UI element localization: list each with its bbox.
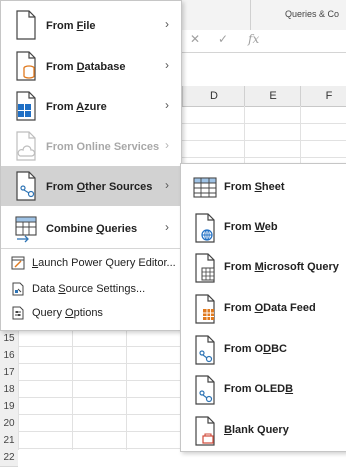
chevron-right-icon: ›: [165, 220, 169, 234]
row-header[interactable]: 15: [0, 330, 18, 348]
submenu-item-from-odbc[interactable]: From ODBC: [181, 330, 346, 370]
online-services-icon: [16, 131, 36, 161]
menu-item-label: Query Options: [32, 307, 103, 319]
menu-item-from-online-services[interactable]: From Online Services ›: [1, 126, 181, 166]
submenu-item-label: From ODBC: [224, 343, 287, 355]
menu-item-label: From Azure: [46, 101, 107, 113]
database-icon: [16, 51, 36, 81]
get-data-menu: From File › From Database › From Azure ›: [0, 0, 182, 331]
menu-item-label: From File: [46, 20, 96, 32]
other-sources-icon: [16, 171, 36, 201]
row-header[interactable]: 21: [0, 432, 18, 450]
other-sources-submenu: From Sheet From Web From Microsoft Query…: [180, 163, 346, 452]
chevron-right-icon: ›: [165, 138, 169, 152]
odbc-icon: [195, 335, 215, 365]
menu-item-from-file[interactable]: From File ›: [1, 5, 181, 45]
data-source-settings-icon: [12, 282, 24, 296]
row-header[interactable]: 16: [0, 347, 18, 365]
submenu-item-label: From OLEDB: [224, 383, 294, 395]
submenu-item-from-sheet[interactable]: From Sheet: [181, 168, 346, 208]
web-globe-icon: [195, 213, 215, 243]
power-query-editor-icon: [11, 256, 25, 270]
submenu-item-from-oledb[interactable]: From OLEDB: [181, 370, 346, 410]
azure-icon: [16, 91, 36, 121]
column-header-d[interactable]: D: [182, 86, 245, 106]
row-header[interactable]: 18: [0, 381, 18, 399]
menu-item-from-other-sources[interactable]: From Other Sources ›: [1, 166, 181, 206]
ribbon-group-label: Queries & Co: [285, 9, 340, 19]
odata-feed-icon: [195, 294, 215, 324]
ribbon-separator: [250, 0, 251, 30]
row-header[interactable]: 20: [0, 415, 18, 433]
menu-item-from-azure[interactable]: From Azure ›: [1, 86, 181, 126]
sheet-table-icon: [193, 177, 217, 198]
oledb-icon: [195, 375, 215, 405]
menu-item-query-options[interactable]: Query Options: [1, 301, 181, 325]
menu-item-label: From Online Services: [46, 141, 160, 153]
file-icon: [16, 10, 36, 40]
submenu-item-label: Blank Query: [224, 424, 289, 436]
chevron-right-icon: ›: [165, 98, 169, 112]
menu-item-from-database[interactable]: From Database ›: [1, 46, 181, 86]
menu-item-data-source-settings[interactable]: Data Source Settings...: [1, 277, 181, 301]
submenu-item-label: From OData Feed: [224, 302, 316, 314]
menu-item-label: Launch Power Query Editor...: [32, 257, 176, 269]
submenu-item-label: From Sheet: [224, 181, 285, 193]
row-header[interactable]: 19: [0, 398, 18, 416]
menu-item-combine-queries[interactable]: Combine Queries ›: [1, 208, 181, 248]
submenu-item-label: From Microsoft Query: [224, 261, 339, 273]
row-header[interactable]: 17: [0, 364, 18, 382]
microsoft-query-icon: [195, 253, 215, 283]
row-header[interactable]: 22: [0, 449, 18, 467]
chevron-right-icon: ›: [165, 17, 169, 31]
enter-icon[interactable]: ✓: [218, 32, 228, 46]
submenu-item-label: From Web: [224, 221, 278, 233]
submenu-item-blank-query[interactable]: Blank Query: [181, 411, 346, 451]
submenu-item-from-odata-feed[interactable]: From OData Feed: [181, 289, 346, 329]
blank-query-icon: [195, 416, 215, 446]
function-icon[interactable]: fx: [248, 32, 259, 46]
column-header-f[interactable]: F: [300, 86, 346, 106]
menu-item-label: From Database: [46, 61, 126, 73]
column-header-e[interactable]: E: [244, 86, 301, 106]
submenu-item-from-web[interactable]: From Web: [181, 208, 346, 248]
menu-separator: [1, 248, 181, 249]
submenu-item-from-microsoft-query[interactable]: From Microsoft Query: [181, 248, 346, 288]
chevron-right-icon: ›: [165, 58, 169, 72]
menu-item-label: From Other Sources: [46, 181, 153, 193]
formula-input[interactable]: [276, 33, 346, 49]
menu-item-launch-power-query-editor[interactable]: Launch Power Query Editor...: [1, 251, 181, 275]
query-options-icon: [12, 306, 24, 320]
chevron-right-icon: ›: [165, 178, 169, 192]
menu-item-label: Combine Queries: [46, 223, 138, 235]
combine-queries-icon: [15, 216, 37, 243]
menu-item-label: Data Source Settings...: [32, 283, 146, 295]
cancel-icon[interactable]: ✕: [190, 32, 200, 46]
